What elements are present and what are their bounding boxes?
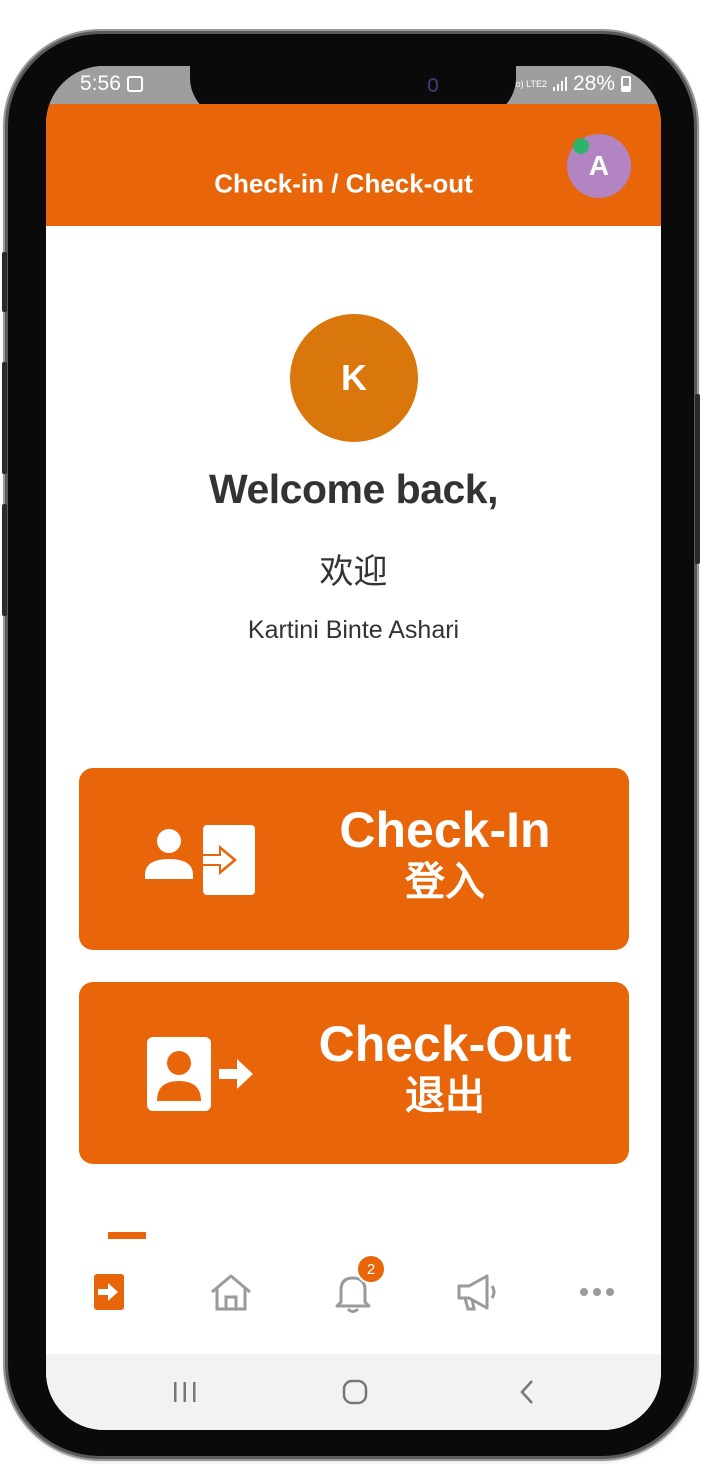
check-out-label-zh: 退出 xyxy=(405,1074,485,1118)
camera-icon xyxy=(428,78,438,92)
check-out-button[interactable]: Check-Out 退出 xyxy=(79,982,629,1164)
user-name: Kartini Binte Ashari xyxy=(247,616,460,644)
status-time-group: 5:56 xyxy=(80,72,143,96)
user-avatar-initial: A xyxy=(588,150,610,181)
check-in-label: Check-In xyxy=(339,802,551,858)
phone-screen: 5:56 Vo) LTE2 28% Check-in / Check-out A… xyxy=(46,66,661,1430)
volume-down-button xyxy=(2,504,7,616)
check-in-nav-icon xyxy=(94,1274,124,1310)
active-tab-indicator xyxy=(108,1232,146,1239)
check-in-button[interactable]: Check-In 登入 xyxy=(79,768,629,950)
nav-item-check-in[interactable] xyxy=(64,1216,154,1336)
welcome-heading-zh: 欢迎 xyxy=(319,553,388,591)
profile-avatar: K xyxy=(290,314,418,442)
side-button xyxy=(2,252,7,312)
online-status-dot xyxy=(573,138,589,154)
home-system-button[interactable] xyxy=(310,1354,400,1430)
signal-icon xyxy=(552,77,567,91)
user-avatar[interactable]: A xyxy=(567,134,631,198)
nav-item-notifications[interactable]: 2 xyxy=(308,1216,398,1336)
bottom-navigation: 2 xyxy=(46,1216,661,1356)
home-circle-icon xyxy=(342,1379,368,1405)
check-in-label-zh: 登入 xyxy=(405,860,485,904)
back-icon xyxy=(520,1380,533,1404)
back-button[interactable] xyxy=(482,1354,572,1430)
power-button xyxy=(695,394,700,564)
home-icon xyxy=(211,1274,251,1311)
recent-apps-icon xyxy=(174,1382,196,1402)
system-navigation-bar xyxy=(46,1354,661,1430)
app-bar: Check-in / Check-out A xyxy=(46,104,661,226)
notification-badge: 2 xyxy=(356,1254,386,1284)
sim-card-icon xyxy=(126,76,143,92)
check-in-text: Check-In 登入 xyxy=(301,802,629,906)
status-indicators: Vo) LTE2 28% xyxy=(510,72,631,96)
nav-item-announcements[interactable] xyxy=(432,1216,522,1336)
volume-up-button xyxy=(2,362,7,474)
check-in-icon xyxy=(145,768,257,950)
recent-apps-button[interactable] xyxy=(140,1354,230,1430)
welcome-heading: Welcome back, xyxy=(209,466,499,512)
nav-item-home[interactable] xyxy=(186,1216,276,1336)
battery-percent: 28% xyxy=(572,72,615,95)
check-out-label: Check-Out xyxy=(318,1016,572,1072)
battery-icon xyxy=(621,76,631,92)
profile-avatar-initial: K xyxy=(341,357,367,398)
more-icon xyxy=(580,1288,614,1296)
check-out-icon xyxy=(145,982,257,1164)
megaphone-icon xyxy=(457,1274,496,1311)
nav-item-more[interactable] xyxy=(552,1216,642,1336)
status-time: 5:56 xyxy=(80,72,121,95)
check-out-text: Check-Out 退出 xyxy=(301,1016,629,1120)
